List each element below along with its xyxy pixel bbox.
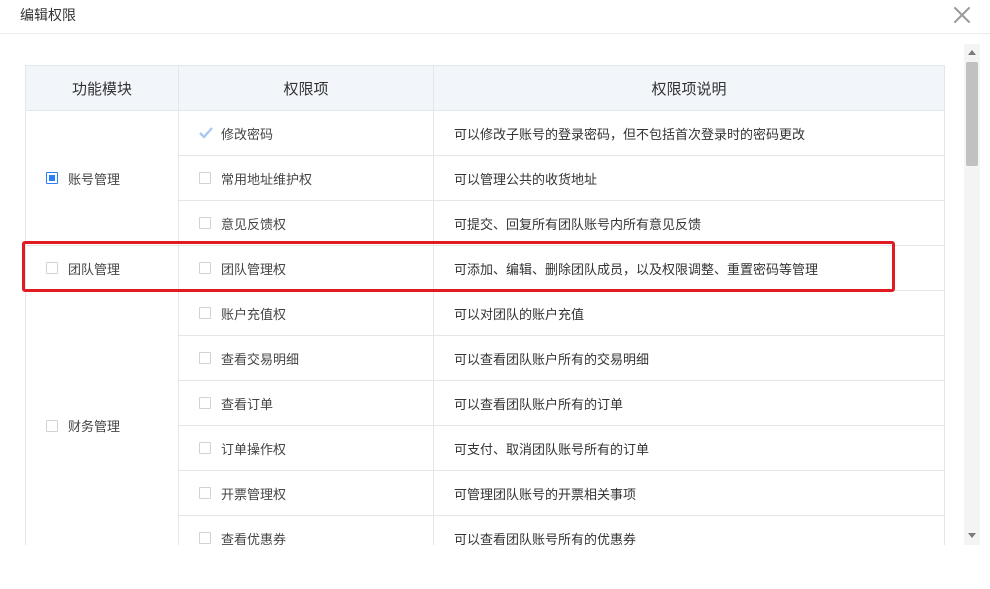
close-button[interactable] (950, 3, 974, 27)
module-checkbox-finance[interactable] (46, 419, 58, 432)
description-cell: 可以查看团队账号所有的优惠券 (433, 515, 945, 545)
permission-checkbox[interactable] (199, 307, 211, 319)
description-cell: 可提交、回复所有团队账号内所有意见反馈 (433, 200, 945, 246)
permission-label: 团队管理权 (221, 262, 287, 278)
permission-label: 常用地址维护权 (221, 172, 313, 188)
permission-checkbox[interactable] (199, 442, 211, 454)
permission-label: 查看交易明细 (221, 352, 300, 368)
permission-checkbox[interactable] (199, 217, 211, 229)
description-cell: 可以查看团队账户所有的订单 (433, 380, 945, 426)
table-row: 财务管理 账户充值权 可以对团队的账户充值 (25, 290, 945, 545)
description-cell: 可以管理公共的收货地址 (433, 155, 945, 201)
permission-cell: 账户充值权 (178, 290, 434, 336)
permission-cell: 订单操作权 (178, 425, 434, 471)
permission-label: 开票管理权 (221, 487, 287, 503)
header-description: 权限项说明 (433, 65, 945, 111)
scroll-down-arrow-icon[interactable] (968, 533, 976, 538)
permission-cell: 查看交易明细 (178, 335, 434, 381)
permission-label: 订单操作权 (221, 442, 287, 458)
scroll-thumb[interactable] (966, 62, 978, 166)
module-checkbox-account[interactable] (46, 172, 58, 184)
permission-cell: 常用地址维护权 (178, 155, 434, 201)
permission-checkbox[interactable] (199, 352, 211, 364)
table-header-row: 功能模块 权限项 权限项说明 (25, 65, 945, 111)
permission-checkbox[interactable] (199, 397, 211, 409)
check-icon (199, 127, 213, 139)
table-row: 团队管理 团队管理权 可添加、编辑、删除团队成员，以及权限调整、重置密码等管理 (25, 245, 945, 291)
permission-checkbox[interactable] (199, 262, 211, 274)
description-cell: 可以对团队的账户充值 (433, 290, 945, 336)
permission-cell: 查看优惠券 (178, 515, 434, 546)
permission-cell: 团队管理权 (178, 245, 434, 291)
permission-cell: 开票管理权 (178, 470, 434, 516)
permission-checkbox (199, 127, 213, 139)
description-cell: 可支付、取消团队账号所有的订单 (433, 425, 945, 471)
close-icon (954, 7, 970, 23)
permission-label: 意见反馈权 (221, 217, 287, 233)
permission-label: 修改密码 (221, 127, 274, 143)
table-row: 账号管理 修改密码 可以修改子账号的登录密码，但不包括首次登录时的密码更改 (25, 110, 945, 246)
permission-table: 功能模块 权限项 权限项说明 账号管理 修改密码 可以修改子账号的登录密码，但不… (25, 65, 945, 545)
dialog-header: 编辑权限 (0, 0, 990, 34)
permission-label: 查看优惠券 (221, 532, 287, 546)
module-cell-finance: 财务管理 (25, 290, 179, 545)
dialog-body: 功能模块 权限项 权限项说明 账号管理 修改密码 可以修改子账号的登录密码，但不… (0, 44, 990, 545)
vertical-scrollbar[interactable] (964, 44, 980, 545)
permission-label: 账户充值权 (221, 307, 287, 323)
permission-checkbox[interactable] (199, 487, 211, 499)
module-checkbox-team[interactable] (46, 262, 58, 274)
module-label: 团队管理 (68, 262, 121, 278)
description-cell: 可以修改子账号的登录密码，但不包括首次登录时的密码更改 (433, 110, 945, 156)
header-module: 功能模块 (25, 65, 179, 111)
permission-checkbox[interactable] (199, 532, 211, 544)
description-cell: 可管理团队账号的开票相关事项 (433, 470, 945, 516)
module-label: 财务管理 (68, 420, 121, 435)
module-cell-account: 账号管理 (25, 110, 179, 246)
module-label: 账号管理 (68, 172, 121, 188)
permission-checkbox[interactable] (199, 172, 211, 184)
description-cell: 可添加、编辑、删除团队成员，以及权限调整、重置密码等管理 (433, 245, 945, 291)
scroll-up-arrow-icon[interactable] (968, 50, 976, 55)
description-cell: 可以查看团队账户所有的交易明细 (433, 335, 945, 381)
header-permission: 权限项 (178, 65, 434, 111)
module-cell-team: 团队管理 (25, 245, 179, 291)
dialog-title: 编辑权限 (20, 8, 76, 24)
permission-cell: 查看订单 (178, 380, 434, 426)
permission-label: 查看订单 (221, 397, 274, 413)
permission-cell: 意见反馈权 (178, 200, 434, 246)
permission-cell: 修改密码 (178, 110, 434, 156)
